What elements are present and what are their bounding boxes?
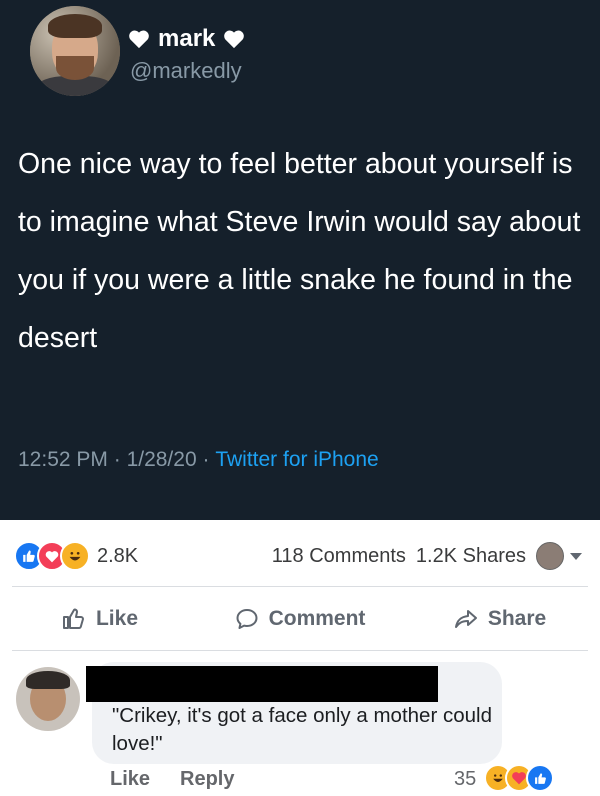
reaction-haha-icon: [60, 541, 90, 571]
tweet-date[interactable]: 1/28/20: [127, 448, 197, 472]
divider: [12, 586, 588, 587]
share-button[interactable]: Share: [400, 598, 600, 640]
tweet-display-name[interactable]: mark: [128, 24, 245, 54]
reaction-count: 2.8K: [97, 544, 139, 567]
facebook-post-footer: 2.8K 118 Comments 1.2K Shares Like Comme…: [0, 520, 600, 796]
heart-icon: [129, 30, 149, 49]
tweet-source[interactable]: Twitter for iPhone: [215, 448, 378, 472]
comment-label: Comment: [268, 607, 366, 630]
tweet-metadata: 12:52 PM · 1/28/20 · Twitter for iPhone: [18, 448, 379, 472]
tweet-avatar[interactable]: [30, 6, 120, 96]
comment-like-button[interactable]: Like: [110, 768, 150, 791]
shares-count[interactable]: 1.2K Shares: [416, 545, 526, 568]
comment-reactions[interactable]: [484, 764, 554, 792]
tweet-name-text: mark: [158, 25, 216, 52]
like-thumb-icon: [62, 608, 84, 629]
tweet-time: 12:52 PM: [18, 448, 108, 471]
redacted-name-bar: [86, 666, 438, 702]
meta-separator: ·: [196, 448, 216, 471]
post-actions: Like Comment Share: [0, 598, 600, 640]
comment-reply-button[interactable]: Reply: [180, 768, 234, 791]
tweet-body: One nice way to feel better about yourse…: [18, 148, 581, 354]
reactions-summary[interactable]: 2.8K: [14, 536, 138, 576]
heart-icon: [224, 30, 245, 49]
post-stats: 118 Comments 1.2K Shares: [272, 538, 582, 574]
reaction-like-icon: [526, 764, 554, 792]
commenter-avatar[interactable]: [16, 667, 80, 731]
chevron-down-icon[interactable]: [570, 552, 582, 560]
comments-count[interactable]: 118 Comments: [272, 545, 406, 568]
comment-icon: [236, 609, 258, 629]
tweet-handle[interactable]: @markedly: [130, 58, 242, 84]
meta-separator: ·: [107, 448, 127, 471]
comment-text: "Crikey, it's got a face only a mother c…: [112, 704, 492, 755]
divider: [12, 650, 588, 651]
share-icon: [454, 610, 477, 628]
comment-button[interactable]: Comment: [200, 598, 400, 640]
like-label: Like: [95, 607, 139, 630]
viewer-avatar[interactable]: [536, 542, 564, 570]
tweet-card: mark @markedly One nice way to feel bett…: [0, 0, 600, 520]
share-label: Share: [487, 607, 547, 630]
comment-reaction-count: 35: [454, 768, 477, 790]
like-button[interactable]: Like: [0, 598, 200, 640]
